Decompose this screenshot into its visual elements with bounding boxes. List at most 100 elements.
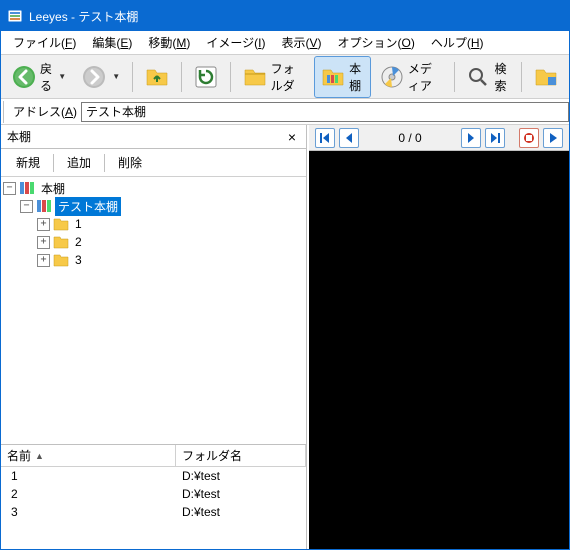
grip-icon	[3, 101, 7, 123]
sort-asc-icon: ▲	[35, 451, 44, 461]
menu-image[interactable]: イメージ(I)	[198, 31, 273, 54]
folder-icon	[53, 252, 69, 268]
bookshelf-root-icon	[19, 180, 35, 196]
col-name-header[interactable]: 名前 ▲	[1, 445, 176, 466]
list-row[interactable]: 3 D:¥test	[1, 503, 306, 521]
address-label: アドレス(A)	[9, 103, 81, 120]
new-button[interactable]: 新規	[7, 150, 49, 175]
first-page-button[interactable]	[315, 128, 335, 148]
refresh-icon	[194, 65, 218, 89]
menu-option[interactable]: オプション(O)	[329, 31, 422, 54]
tree-view[interactable]: − 本棚 − テスト本棚 + 1 + 2	[1, 177, 306, 445]
cell-folder: D:¥test	[176, 469, 306, 483]
list-row[interactable]: 2 D:¥test	[1, 485, 306, 503]
back-button[interactable]: 戻る ▼	[5, 56, 73, 98]
bookshelf-icon	[36, 198, 52, 214]
folder-icon	[53, 216, 69, 232]
play-button[interactable]	[543, 128, 563, 148]
tree-label: 本棚	[38, 179, 68, 198]
back-dropdown-icon: ▼	[56, 72, 66, 81]
sidebar-toolbar: 新規 追加 削除	[1, 149, 306, 177]
sidebar-separator	[53, 154, 54, 172]
expand-icon[interactable]: +	[37, 254, 50, 267]
folder-icon	[53, 234, 69, 250]
stop-button[interactable]	[519, 128, 539, 148]
toolbar-separator	[230, 62, 231, 92]
cell-name: 1	[11, 469, 18, 483]
menubar: ファイル(F) 編集(E) 移動(M) イメージ(I) 表示(V) オプション(…	[1, 31, 569, 55]
last-page-button[interactable]	[485, 128, 505, 148]
refresh-button[interactable]	[187, 61, 225, 93]
toolbar-separator	[521, 62, 522, 92]
back-label: 戻る	[40, 60, 52, 94]
bookshelf-icon	[321, 65, 345, 89]
col-folder-header[interactable]: フォルダ名	[176, 445, 306, 466]
menu-help[interactable]: ヘルプ(H)	[423, 31, 492, 54]
collapse-icon[interactable]: −	[3, 182, 16, 195]
folder-icon	[243, 65, 267, 89]
sidebar: 本棚 × 新規 追加 削除 − 本棚 − テスト本棚 +	[1, 125, 307, 549]
extra-icon	[534, 65, 558, 89]
tree-label: 3	[72, 252, 85, 268]
menu-move[interactable]: 移動(M)	[140, 31, 198, 54]
toolbar-separator	[181, 62, 182, 92]
list-row[interactable]: 1 D:¥test	[1, 467, 306, 485]
viewer-panel: 0 / 0	[307, 125, 569, 549]
sidebar-title: 本棚	[7, 128, 284, 145]
tree-label: 1	[72, 216, 85, 232]
up-button[interactable]	[138, 61, 176, 93]
search-icon	[466, 65, 490, 89]
address-input[interactable]	[81, 102, 569, 122]
col-folder-label: フォルダ名	[182, 447, 242, 464]
list-view[interactable]: 名前 ▲ フォルダ名 1 D:¥test 2 D:¥test 3 D:¥test	[1, 445, 306, 549]
bookshelf-button[interactable]: 本棚	[314, 56, 371, 98]
delete-button[interactable]: 削除	[109, 150, 151, 175]
expand-icon[interactable]: +	[37, 236, 50, 249]
extra-button[interactable]	[527, 61, 565, 93]
toolbar-separator	[454, 62, 455, 92]
toolbar: 戻る ▼ ▼ フォルダ 本棚 メディア 検索	[1, 55, 569, 99]
app-icon	[7, 8, 23, 24]
cell-folder: D:¥test	[176, 505, 306, 519]
tree-root[interactable]: − 本棚	[3, 179, 304, 197]
list-header: 名前 ▲ フォルダ名	[1, 445, 306, 467]
media-button[interactable]: メディア	[373, 56, 449, 98]
sidebar-header: 本棚 ×	[1, 125, 306, 149]
next-page-button[interactable]	[461, 128, 481, 148]
image-viewer[interactable]	[309, 151, 569, 549]
folder-up-icon	[145, 65, 169, 89]
prev-page-button[interactable]	[339, 128, 359, 148]
cell-name: 2	[11, 487, 18, 501]
add-button[interactable]: 追加	[58, 150, 100, 175]
media-label: メディア	[408, 60, 442, 94]
menu-file[interactable]: ファイル(F)	[5, 31, 84, 54]
sidebar-separator	[104, 154, 105, 172]
back-icon	[12, 65, 36, 89]
addressbar: アドレス(A)	[1, 99, 569, 125]
expand-icon[interactable]: +	[37, 218, 50, 231]
collapse-icon[interactable]: −	[20, 200, 33, 213]
tree-label: テスト本棚	[55, 197, 121, 216]
toolbar-separator	[132, 62, 133, 92]
sidebar-close-button[interactable]: ×	[284, 129, 300, 145]
tree-node[interactable]: + 2	[3, 233, 304, 251]
cell-folder: D:¥test	[176, 487, 306, 501]
bookshelf-label: 本棚	[349, 60, 364, 94]
menu-edit[interactable]: 編集(E)	[84, 31, 140, 54]
tree-node[interactable]: + 3	[3, 251, 304, 269]
col-name-label: 名前	[7, 447, 31, 464]
tree-label: 2	[72, 234, 85, 250]
media-icon	[380, 65, 404, 89]
forward-dropdown-icon: ▼	[110, 72, 120, 81]
page-indicator: 0 / 0	[363, 131, 457, 145]
folder-button[interactable]: フォルダ	[236, 56, 312, 98]
tree-node-selected[interactable]: − テスト本棚	[3, 197, 304, 215]
tree-node[interactable]: + 1	[3, 215, 304, 233]
forward-icon	[82, 65, 106, 89]
menu-view[interactable]: 表示(V)	[273, 31, 329, 54]
cell-name: 3	[11, 505, 18, 519]
search-button[interactable]: 検索	[459, 56, 516, 98]
viewer-toolbar: 0 / 0	[309, 125, 569, 151]
forward-button[interactable]: ▼	[75, 61, 127, 93]
window-title: Leeyes - テスト本棚	[29, 8, 138, 25]
